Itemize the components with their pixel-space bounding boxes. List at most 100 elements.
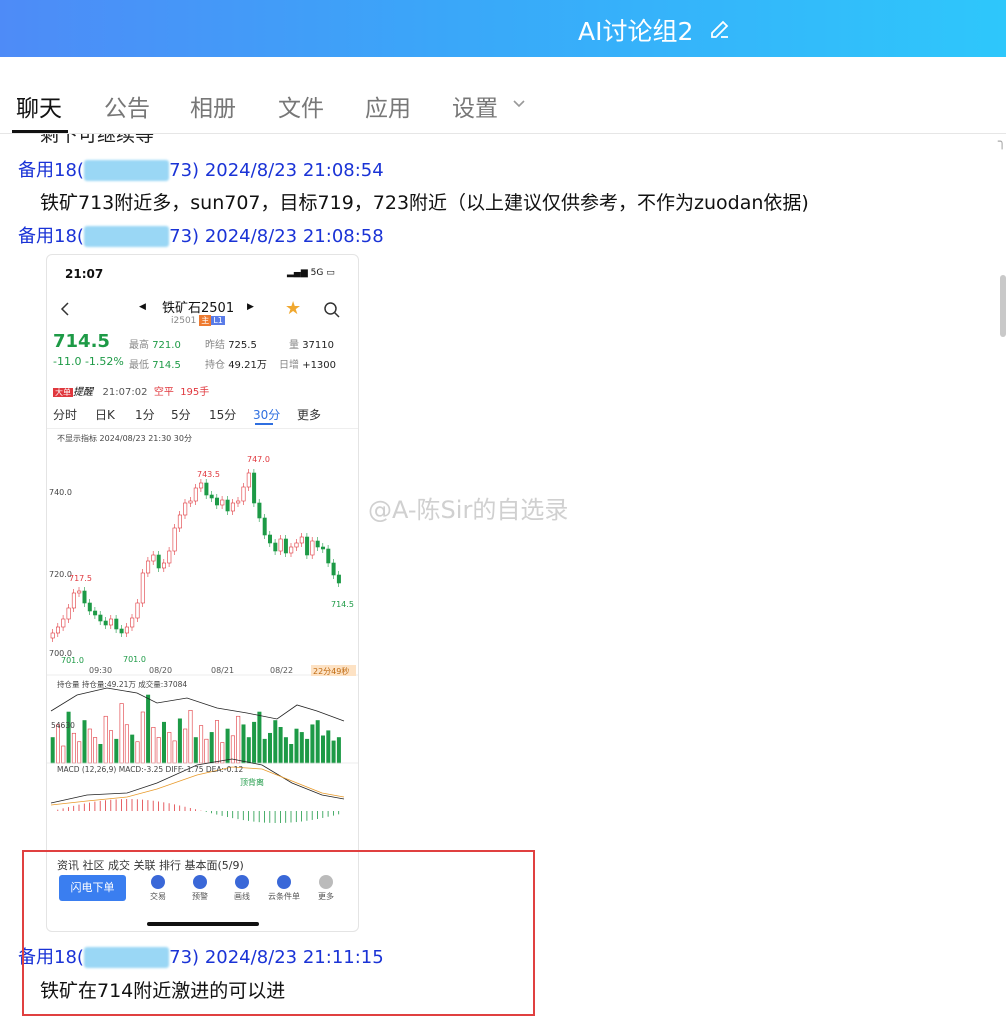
volume-bar: [225, 728, 230, 764]
volume-bar: [215, 720, 220, 764]
phone-signal: ▂▄▆ 5G ▭: [287, 268, 335, 278]
stat-daily-increase: 日增 +1300: [279, 360, 337, 371]
tab-bar: 聊天 公告 相册 文件 应用 设置: [0, 57, 1006, 134]
candle: [71, 592, 76, 609]
volume-bar: [220, 742, 225, 764]
svg-text:701.0: 701.0: [123, 655, 146, 664]
volume-bar: [156, 737, 161, 764]
back-icon: [60, 302, 69, 316]
volume-bar: [188, 709, 193, 764]
candle: [61, 618, 66, 628]
candle: [252, 472, 257, 504]
candle: [283, 538, 288, 554]
stat-high: 最高 721.0: [129, 340, 181, 351]
candle: [236, 500, 241, 504]
svg-text:701.0: 701.0: [61, 656, 84, 665]
trade-alert: 大单 提醒 21:07:02 空平 195手: [53, 387, 210, 398]
candle: [130, 617, 135, 628]
candle: [268, 534, 273, 544]
candle: [140, 572, 145, 604]
volume-bar: [66, 711, 71, 764]
candlesticks: [50, 469, 341, 642]
tab-files[interactable]: 文件: [278, 89, 324, 123]
candle: [220, 499, 225, 506]
message-sender-line[interactable]: 备用18(xxxxxxxx73) 2024/8/23 21:08:54: [18, 156, 384, 182]
period-tab: 1分: [135, 408, 155, 422]
period-tab: 15分: [209, 408, 237, 422]
volume-bar: [289, 743, 294, 764]
period-underline: [255, 423, 273, 425]
stat-prev: 昨结 725.5: [205, 340, 257, 351]
candle: [199, 482, 204, 489]
volume-bar: [283, 737, 288, 764]
volume-bar: [246, 737, 251, 764]
candle: [257, 502, 262, 519]
volume-bar: [199, 725, 204, 764]
svg-text:持仓量 持仓量:49.21万 成交量:37084: 持仓量 持仓量:49.21万 成交量:37084: [57, 679, 187, 689]
svg-text:09:30: 09:30: [89, 666, 112, 675]
redacted-id: xxxxxxxx: [83, 160, 170, 181]
symbol-name: 铁矿石2501: [162, 301, 235, 316]
candle: [193, 487, 198, 502]
sender-prefix: 备用18(: [18, 226, 84, 247]
volume-bar: [162, 721, 167, 764]
candle: [331, 562, 336, 576]
image-message-phone-screenshot[interactable]: 21:07 ▂▄▆ 5G ▭ ◀ 铁矿石2501 ▶ i2501 主 L1 ★ 7…: [46, 254, 359, 932]
highlight-box: [22, 850, 535, 1016]
volume-bar: [268, 732, 273, 764]
candle: [87, 602, 92, 612]
svg-text:740.0: 740.0: [49, 488, 72, 497]
message-text: 铁矿713附近多，sun707，目标719，723附近（以上建议仅供参考，不作为…: [40, 192, 809, 214]
candle: [273, 542, 278, 552]
edge-mark: ╮: [998, 134, 1006, 150]
price-change: -11.0 -1.52%: [53, 355, 124, 368]
sender-prefix: 备用18(: [18, 160, 84, 181]
scrollbar-thumb[interactable]: [1000, 275, 1006, 337]
volume-bar: [305, 738, 310, 764]
tab-announcement[interactable]: 公告: [104, 89, 150, 123]
candle: [209, 494, 214, 499]
candle: [183, 502, 188, 516]
candle: [114, 618, 119, 630]
star-icon: ★: [285, 298, 302, 319]
symbol-code: i2501 主 L1: [171, 315, 225, 326]
tab-chat[interactable]: 聊天: [16, 89, 62, 123]
edit-icon[interactable]: [708, 17, 732, 41]
tab-album[interactable]: 相册: [190, 89, 236, 123]
volume-bar: [299, 732, 304, 764]
redacted-id: xxxxxxxx: [83, 226, 170, 247]
candle: [204, 482, 209, 496]
message-sender-line[interactable]: 备用18(xxxxxxxx73) 2024/8/23 21:08:58: [18, 222, 384, 248]
candle: [230, 502, 235, 512]
volume-bar: [183, 728, 188, 764]
window-titlebar: AI讨论组2: [0, 0, 1006, 57]
svg-text:22分49秒: 22分49秒: [313, 666, 349, 676]
volume-bar: [151, 726, 156, 764]
candle: [294, 542, 299, 548]
svg-text:743.5: 743.5: [197, 470, 220, 479]
oi-line: [50, 687, 345, 722]
candle: [225, 499, 230, 512]
search-icon: [324, 302, 340, 318]
candle: [66, 607, 71, 620]
volume-bar: [336, 737, 341, 764]
volume-bar: [209, 732, 214, 764]
candle: [82, 590, 87, 604]
volume-bar: [130, 734, 135, 764]
period-tab: 5分: [171, 408, 191, 422]
svg-text:08/22: 08/22: [270, 666, 293, 675]
period-tab: 更多: [297, 408, 322, 422]
candle: [56, 626, 61, 634]
tab-settings[interactable]: 设置: [452, 89, 498, 123]
tab-apps[interactable]: 应用: [365, 89, 411, 123]
candle: [215, 497, 220, 506]
volume-bar: [310, 724, 315, 764]
chevron-down-icon[interactable]: [512, 97, 526, 111]
candle: [305, 536, 310, 556]
candle: [262, 517, 267, 536]
candle: [108, 618, 113, 626]
candle: [151, 554, 156, 562]
volume-bar: [61, 745, 66, 764]
candle: [336, 574, 341, 584]
candle: [188, 500, 193, 504]
